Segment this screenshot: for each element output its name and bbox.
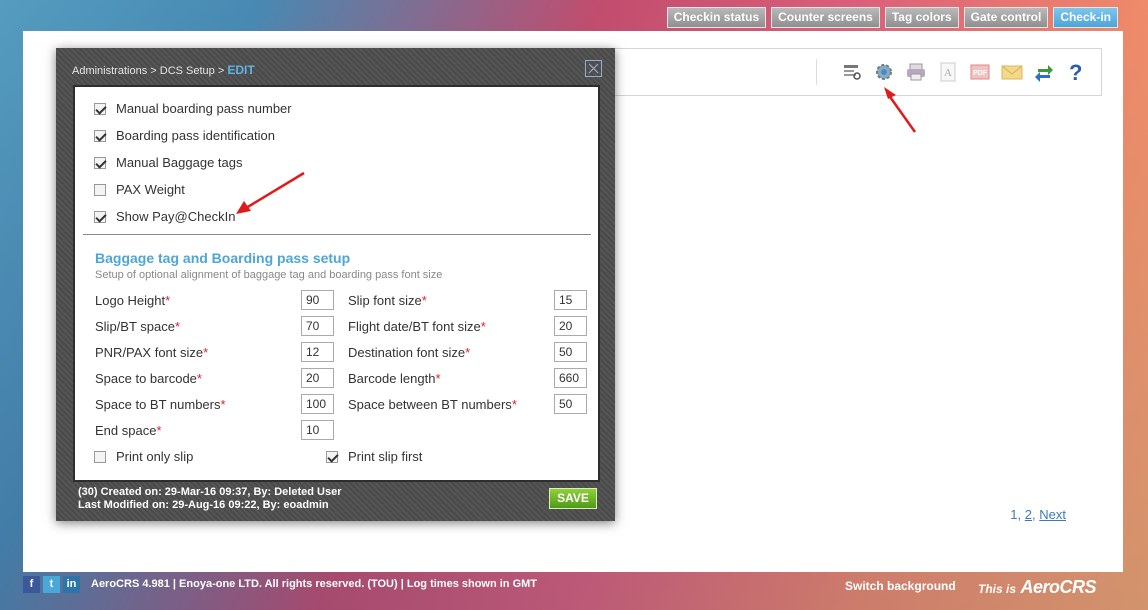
pdf-icon[interactable]: PDF <box>969 61 991 83</box>
nav-check-in-button[interactable]: Check-in <box>1053 7 1118 28</box>
pnr-pax-font-size-input[interactable] <box>301 342 334 362</box>
field-label-pnr-pax-font-size: PNR/PAX font size* <box>95 345 209 360</box>
checkbox[interactable] <box>94 210 106 223</box>
breadcrumb-separator: > <box>150 65 157 77</box>
print-icon[interactable] <box>905 61 927 83</box>
nav-tag-colors-button[interactable]: Tag colors <box>884 7 959 28</box>
section-divider <box>83 234 591 235</box>
barcode-length-input[interactable] <box>554 368 587 388</box>
field-label-slip-bt-space: Slip/BT space* <box>95 319 181 334</box>
modified-info: Last Modified on: 29-Aug-16 09:22, By: e… <box>78 499 329 511</box>
toolbar-icons: A PDF ? <box>841 61 1087 83</box>
option-pax-weight: PAX Weight <box>94 176 292 203</box>
field-label-logo-height: Logo Height* <box>95 293 171 308</box>
brand-logo: This is AeroCRS <box>978 577 1096 598</box>
nav-gate-control-button[interactable]: Gate control <box>963 7 1049 28</box>
modal-header: Administrations > DCS Setup > EDIT <box>56 48 615 84</box>
field-label-space-to-barcode: Space to barcode* <box>95 371 202 386</box>
breadcrumb-administrations[interactable]: Administrations <box>72 65 147 77</box>
checkbox[interactable] <box>94 156 106 169</box>
pagination: 1, 2, Next <box>1010 507 1066 522</box>
section-title: Baggage tag and Boarding pass setup <box>95 250 351 266</box>
dcs-setup-modal: Administrations > DCS Setup > EDIT Manua… <box>56 48 615 521</box>
option-boarding-pass-identification: Boarding pass identification <box>94 122 292 149</box>
modal-body: Manual boarding pass number Boarding pas… <box>73 85 600 482</box>
space-to-bt-numbers-input[interactable] <box>301 394 334 414</box>
help-icon[interactable]: ? <box>1065 61 1087 83</box>
svg-text:A: A <box>944 67 952 79</box>
checkbox[interactable] <box>94 183 106 196</box>
field-label-flight-date-bt-font-size: Flight date/BT font size* <box>348 319 486 334</box>
font-icon[interactable]: A <box>937 61 959 83</box>
end-space-input[interactable] <box>301 420 334 440</box>
logo-height-input[interactable] <box>301 290 334 310</box>
close-icon <box>588 63 599 74</box>
option-label: Manual boarding pass number <box>116 101 292 116</box>
report-icon[interactable] <box>841 61 863 83</box>
destination-font-size-input[interactable] <box>554 342 587 362</box>
facebook-icon[interactable]: f <box>23 576 40 593</box>
option-label: Print only slip <box>116 449 194 464</box>
breadcrumb: Administrations > DCS Setup > EDIT <box>72 63 255 77</box>
page-1: 1 <box>1010 507 1018 522</box>
pager-separator: , <box>1017 507 1022 522</box>
top-nav: Checkin status Counter screens Tag color… <box>666 7 1118 28</box>
svg-text:PDF: PDF <box>973 70 988 77</box>
field-label-end-space: End space* <box>95 423 162 438</box>
pager-separator: , <box>1032 507 1036 522</box>
space-between-bt-numbers-input[interactable] <box>554 394 587 414</box>
checkbox[interactable] <box>326 450 338 463</box>
breadcrumb-separator: > <box>217 65 225 77</box>
record-info: (30) Created on: 29-Mar-16 09:37, By: De… <box>78 486 341 512</box>
option-label: Print slip first <box>348 449 423 464</box>
switch-background-link[interactable]: Switch background <box>845 579 956 593</box>
brand-name: AeroCRS <box>1020 577 1096 597</box>
field-label-barcode-length: Barcode length* <box>348 371 441 386</box>
toolbar-separator <box>816 59 817 85</box>
option-label: Manual Baggage tags <box>116 155 243 170</box>
section-subtitle: Setup of optional alignment of baggage t… <box>95 269 443 281</box>
slip-bt-space-input[interactable] <box>301 316 334 336</box>
field-label-slip-font-size: Slip font size* <box>348 293 427 308</box>
twitter-icon[interactable]: t <box>43 576 60 593</box>
field-label-space-to-bt-numbers: Space to BT numbers* <box>95 397 226 412</box>
linkedin-icon[interactable]: in <box>63 576 80 593</box>
nav-counter-screens-button[interactable]: Counter screens <box>771 7 880 28</box>
option-checkboxes: Manual boarding pass number Boarding pas… <box>94 95 292 230</box>
space-to-barcode-input[interactable] <box>301 368 334 388</box>
option-manual-baggage-tags: Manual Baggage tags <box>94 149 292 176</box>
copyright-text: AeroCRS 4.981 | Enoya-one LTD. All right… <box>91 578 538 590</box>
next-page-link[interactable]: Next <box>1039 507 1066 522</box>
field-label-space-between-bt-numbers: Space between BT numbers* <box>348 397 517 412</box>
brand-prefix: This is <box>978 582 1017 596</box>
close-button[interactable] <box>585 60 602 77</box>
option-manual-boarding-pass-number: Manual boarding pass number <box>94 95 292 122</box>
breadcrumb-current: EDIT <box>227 63 255 77</box>
slip-font-size-input[interactable] <box>554 290 587 310</box>
page-footer: f t in AeroCRS 4.981 | Enoya-one LTD. Al… <box>23 576 1123 598</box>
created-info: (30) Created on: 29-Mar-16 09:37, By: De… <box>78 486 342 498</box>
field-label-destination-font-size: Destination font size* <box>348 345 471 360</box>
option-label: Boarding pass identification <box>116 128 275 143</box>
option-print-slip-first: Print slip first <box>326 449 422 464</box>
checkbox[interactable] <box>94 450 106 463</box>
settings-icon[interactable] <box>873 61 895 83</box>
checkbox[interactable] <box>94 102 106 115</box>
option-label: Show Pay@CheckIn <box>116 209 236 224</box>
nav-checkin-status-button[interactable]: Checkin status <box>666 7 767 28</box>
option-label: PAX Weight <box>116 182 185 197</box>
breadcrumb-dcs-setup[interactable]: DCS Setup <box>160 65 215 77</box>
svg-text:?: ? <box>1069 61 1082 83</box>
save-button[interactable]: SAVE <box>549 488 597 509</box>
option-show-pay-at-checkin: Show Pay@CheckIn <box>94 203 292 230</box>
checkbox[interactable] <box>94 129 106 142</box>
mail-icon[interactable] <box>1001 61 1023 83</box>
page-2-link[interactable]: 2 <box>1025 507 1032 522</box>
flight-date-bt-font-size-input[interactable] <box>554 316 587 336</box>
refresh-icon[interactable] <box>1033 61 1055 83</box>
social-links: f t in <box>23 576 80 593</box>
option-print-only-slip: Print only slip <box>94 449 193 464</box>
